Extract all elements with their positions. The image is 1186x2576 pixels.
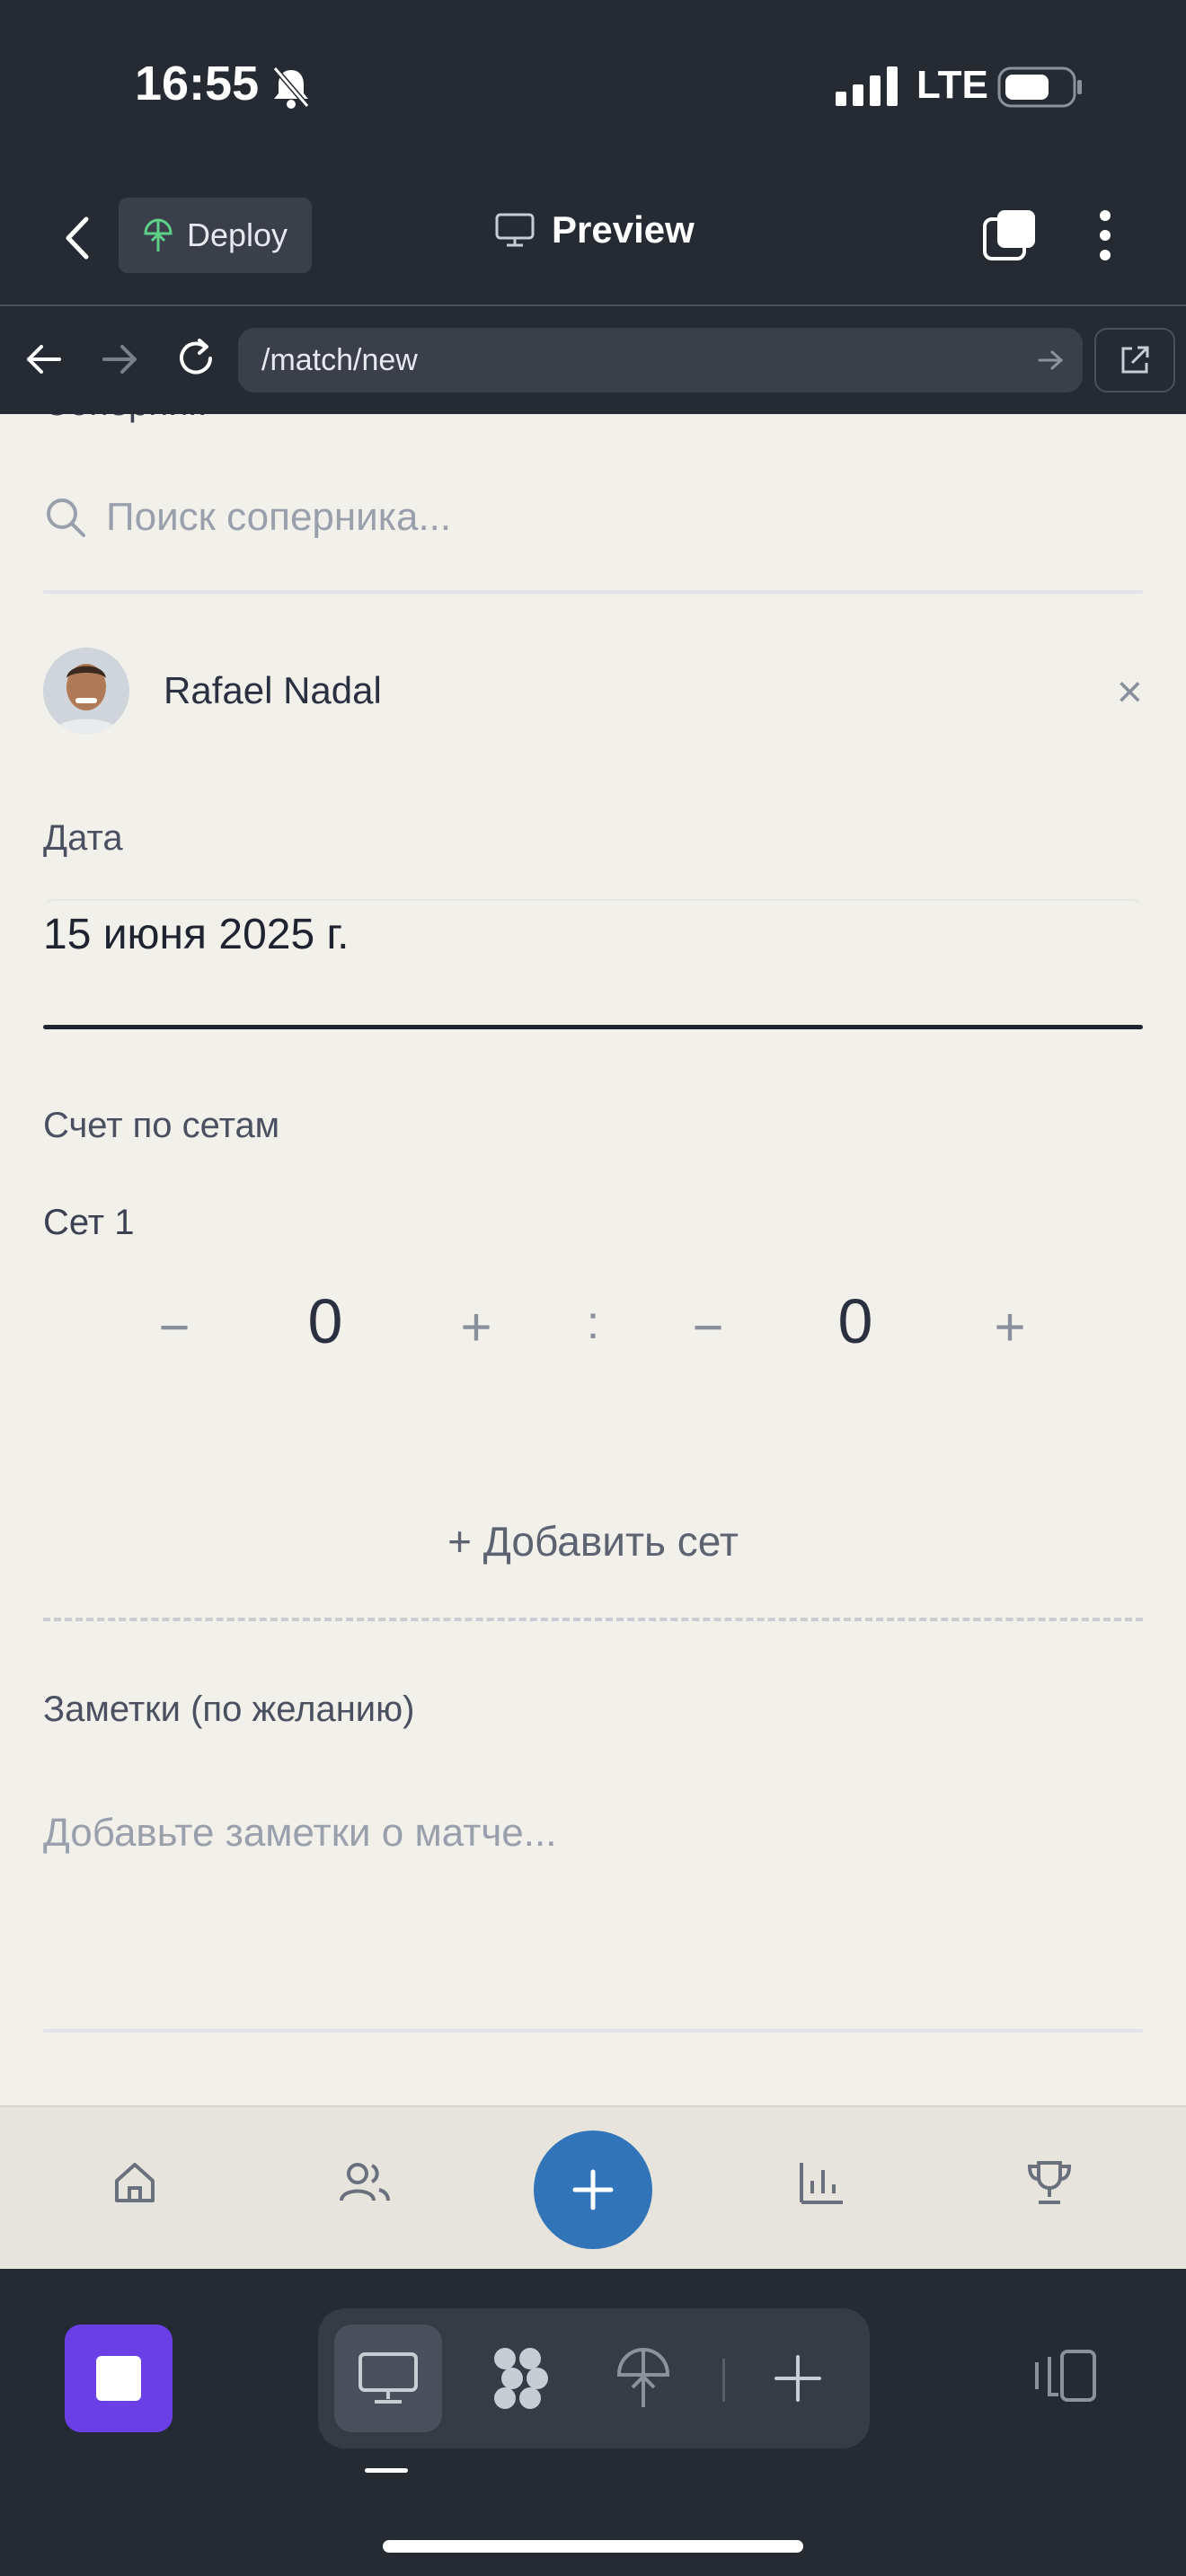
more-icon[interactable] <box>1094 207 1116 264</box>
status-bar: 16:55 LTE <box>0 0 1186 171</box>
date-label: Дата <box>43 818 123 858</box>
apps-button[interactable] <box>467 2325 575 2432</box>
sidebar-toggle-icon[interactable] <box>1033 2348 1100 2404</box>
desktop-icon <box>495 213 535 247</box>
external-link-icon <box>1121 346 1149 374</box>
dock-toolbar <box>318 2308 870 2448</box>
set-label: Сет 1 <box>43 1203 135 1242</box>
deploy-button[interactable]: Deploy <box>119 198 312 273</box>
notes-label: Заметки (по желанию) <box>43 1689 415 1729</box>
selected-opponent: Rafael Nadal × <box>43 646 1143 736</box>
set-score-row: − 0 + : − 0 + <box>0 1285 1186 1375</box>
tabs-icon[interactable] <box>981 207 1039 264</box>
stop-button[interactable] <box>65 2325 173 2432</box>
opponent-score-value: 0 <box>837 1286 873 1356</box>
battery-icon <box>997 66 1082 108</box>
date-value: 15 июня 2025 г. <box>43 911 350 958</box>
close-icon[interactable]: × <box>1117 666 1143 718</box>
plus-icon <box>572 2169 614 2210</box>
desktop-preview-button[interactable] <box>334 2325 442 2432</box>
stats-icon[interactable] <box>796 2157 846 2208</box>
deploy-icon <box>144 218 173 251</box>
back-icon[interactable] <box>54 207 99 269</box>
home-indicator <box>383 2540 803 2553</box>
add-match-button[interactable] <box>534 2130 652 2249</box>
apps-icon <box>494 2348 548 2409</box>
score-label: Счет по сетам <box>43 1106 280 1145</box>
search-icon <box>47 498 85 537</box>
add-set-button[interactable]: + Добавить сет <box>0 1517 1186 1566</box>
status-time: 16:55 <box>135 57 260 110</box>
opponent-label: Соперник <box>43 414 204 424</box>
stop-icon <box>96 2356 141 2401</box>
active-indicator <box>365 2468 408 2473</box>
silent-bell-icon <box>272 66 310 109</box>
search-underline <box>43 590 1143 594</box>
decrement-opponent-score-button[interactable]: − <box>672 1296 744 1358</box>
arrow-right-icon[interactable] <box>99 339 140 380</box>
notes-underline <box>43 2029 1143 2033</box>
open-external-button[interactable] <box>1094 328 1175 393</box>
arrow-left-icon[interactable] <box>23 339 65 380</box>
deploy-dock-button[interactable] <box>589 2325 697 2432</box>
score-separator: : <box>586 1297 600 1349</box>
dashed-divider <box>43 1618 1143 1621</box>
reload-icon[interactable] <box>173 335 219 382</box>
opponent-name: Rafael Nadal <box>164 669 382 711</box>
opponent-search[interactable]: Поиск соперника... <box>43 477 1143 558</box>
app-top-bar: Deploy Preview <box>0 171 1186 305</box>
add-icon <box>774 2355 821 2402</box>
app-dock <box>0 2269 1186 2576</box>
preview-label: Preview <box>552 208 695 251</box>
go-arrow-icon[interactable] <box>1036 346 1065 375</box>
bottom-navigation <box>0 2105 1186 2269</box>
deploy-label: Deploy <box>187 216 288 253</box>
avatar <box>43 648 129 734</box>
add-tab-button[interactable] <box>744 2325 852 2432</box>
notes-textarea[interactable]: Добавьте заметки о матче... <box>43 1811 556 1856</box>
home-icon[interactable] <box>110 2157 160 2208</box>
date-underline-active <box>43 1025 1143 1029</box>
date-field[interactable]: 15 июня 2025 г. <box>43 899 1143 998</box>
match-form: Соперник Поиск соперника... Rafael Nadal… <box>0 414 1186 2105</box>
url-text: /match/new <box>261 342 418 377</box>
player-score-value: 0 <box>307 1286 343 1356</box>
signal-icon <box>836 66 898 106</box>
increment-opponent-score-button[interactable]: + <box>974 1296 1046 1358</box>
trophy-icon[interactable] <box>1024 2157 1075 2208</box>
browser-bar: /match/new <box>0 306 1186 414</box>
network-label: LTE <box>916 63 988 107</box>
dock-separator <box>722 2359 725 2402</box>
preview-title: Preview <box>494 208 695 251</box>
increment-player-score-button[interactable]: + <box>440 1296 512 1358</box>
users-icon[interactable] <box>338 2157 392 2208</box>
deploy-icon <box>616 2347 670 2407</box>
search-input[interactable]: Поиск соперника... <box>106 495 451 540</box>
decrement-player-score-button[interactable]: − <box>138 1296 210 1358</box>
desktop-icon <box>358 2352 418 2404</box>
url-bar[interactable]: /match/new <box>238 328 1083 393</box>
